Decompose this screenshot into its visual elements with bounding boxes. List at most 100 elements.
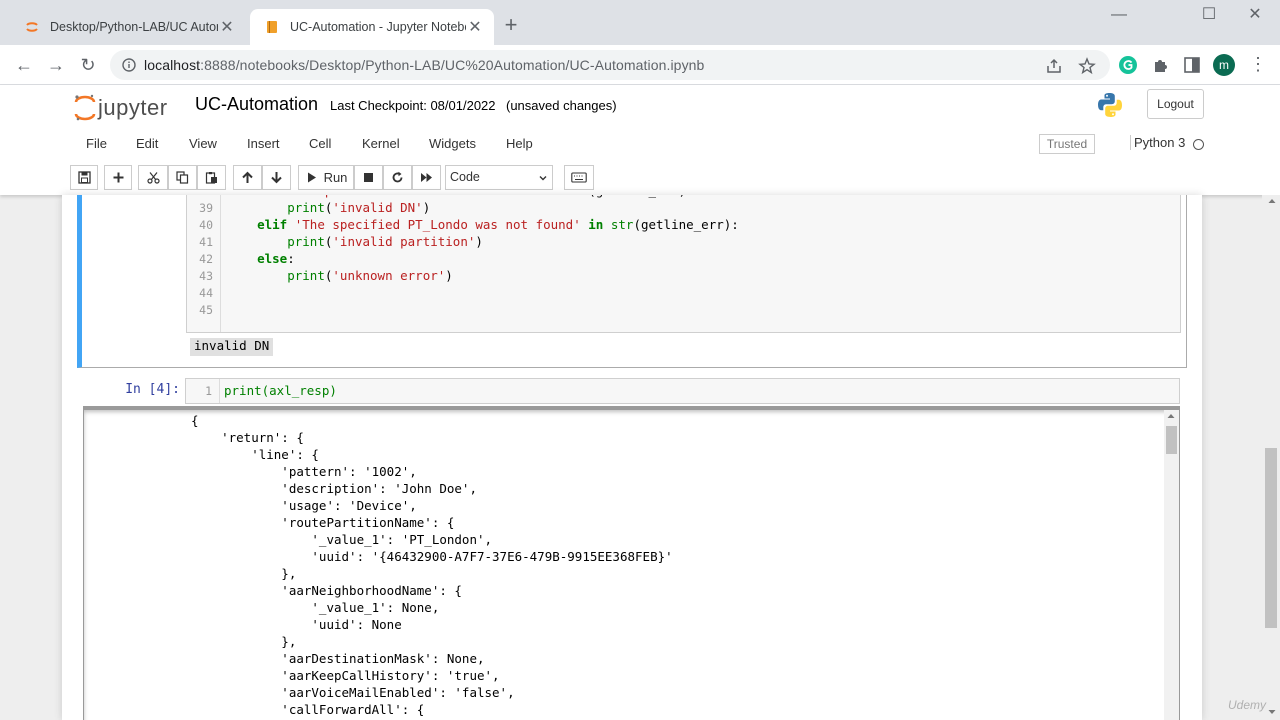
restart-icon <box>392 171 403 183</box>
notebook-favicon-icon <box>267 21 277 33</box>
output-line: 'usage': 'Device', <box>191 498 417 513</box>
jupyter-logo[interactable]: jupyter <box>74 93 168 123</box>
menu-help[interactable]: Help <box>506 136 533 151</box>
copy-cells-button[interactable] <box>168 165 197 190</box>
move-cell-up-button[interactable] <box>233 165 262 190</box>
last-checkpoint: Last Checkpoint: 08/01/2022 <box>330 98 496 113</box>
cell-type-select[interactable]: Code <box>445 165 553 190</box>
scroll-up-arrow-icon[interactable] <box>1268 197 1276 205</box>
browser-tab-file-browser[interactable]: Desktop/Python-LAB/UC Autom ✕ <box>10 9 246 45</box>
run-cell-button[interactable]: Run <box>298 165 354 190</box>
insert-cell-below-button[interactable] <box>104 165 132 190</box>
output-line: }, <box>191 566 297 581</box>
arrow-down-icon <box>271 172 282 184</box>
scroll-up-arrow-icon[interactable] <box>1167 412 1175 420</box>
line-number: 41 <box>199 235 213 249</box>
line-number: 42 <box>199 252 213 266</box>
code-cell-selected[interactable]: 38 39 40 41 42 43 44 45 if 'The specifie… <box>77 195 1187 368</box>
scroll-down-arrow-icon[interactable] <box>1268 708 1276 716</box>
share-icon[interactable] <box>1045 57 1063 75</box>
line-number-gutter: 1 <box>186 379 220 403</box>
udemy-watermark: Udemy <box>1228 698 1267 712</box>
forward-arrow-icon[interactable]: → <box>44 53 68 77</box>
bookmark-star-icon[interactable] <box>1078 57 1096 75</box>
browser-menu-icon[interactable]: ⋮ <box>1249 53 1267 77</box>
run-label: Run <box>323 170 348 185</box>
copy-icon <box>176 171 189 184</box>
line-number: 44 <box>199 286 213 300</box>
code-line: if 'The specified Line was not found' in… <box>227 195 694 198</box>
notebook-name[interactable]: UC-Automation <box>195 94 318 115</box>
new-tab-button[interactable]: + <box>500 14 522 38</box>
side-panel-icon[interactable] <box>1181 54 1203 76</box>
browser-tab-notebook[interactable]: UC-Automation - Jupyter Notebo ✕ <box>250 9 494 45</box>
jupyter-header: jupyter UC-Automation Last Checkpoint: 0… <box>0 85 1280 195</box>
output-line: 'description': 'John Doe', <box>191 481 477 496</box>
output-line: 'pattern': '1002', <box>191 464 417 479</box>
cell-type-value: Code <box>450 170 480 184</box>
code-line: else: <box>257 251 295 266</box>
stop-icon <box>364 173 373 182</box>
line-number: 38 <box>187 195 213 198</box>
cut-cells-button[interactable] <box>138 165 168 190</box>
logout-button[interactable]: Logout <box>1147 89 1204 119</box>
code-cell-editor[interactable]: 1 print(axl_resp) <box>185 378 1180 404</box>
menu-cell[interactable]: Cell <box>309 136 331 151</box>
site-info-icon[interactable] <box>122 58 136 72</box>
reload-icon[interactable]: ↻ <box>76 53 100 77</box>
output-line: 'callForwardAll': { <box>191 702 425 717</box>
address-bar[interactable]: localhost:8888/notebooks/Desktop/Python-… <box>110 50 1110 80</box>
url-host: localhost <box>144 57 201 73</box>
input-prompt: In [4]: <box>125 382 180 397</box>
extensions-puzzle-icon[interactable] <box>1150 54 1172 76</box>
restart-kernel-button[interactable] <box>383 165 412 190</box>
line-number: 43 <box>199 269 213 283</box>
menu-widgets[interactable]: Widgets <box>429 136 476 151</box>
output-scrollbar-thumb[interactable] <box>1166 426 1177 454</box>
output-line: 'routePartitionName': { <box>191 515 455 530</box>
tab-close-icon[interactable]: ✕ <box>218 17 236 37</box>
back-arrow-icon[interactable]: ← <box>12 53 36 77</box>
output-scroll-area[interactable]: { 'return': { 'line': { 'pattern': '1002… <box>83 406 1180 720</box>
menu-kernel[interactable]: Kernel <box>362 136 400 151</box>
line-number: 39 <box>199 201 213 215</box>
tab-title: Desktop/Python-LAB/UC Autom <box>50 20 218 34</box>
page-scrollbar-thumb[interactable] <box>1265 448 1277 628</box>
output-line: 'aarVoiceMailEnabled': 'false', <box>191 685 515 700</box>
save-button[interactable] <box>70 165 98 190</box>
kernel-name[interactable]: Python 3 <box>1130 135 1185 150</box>
move-cell-down-button[interactable] <box>262 165 291 190</box>
fast-forward-icon <box>421 173 432 182</box>
window-close-icon[interactable]: ✕ <box>1232 4 1278 28</box>
plus-icon <box>113 172 123 183</box>
profile-avatar[interactable]: m <box>1213 54 1235 76</box>
output-line: 'uuid': None <box>191 617 402 632</box>
notebook-container: 38 39 40 41 42 43 44 45 if 'The specifie… <box>62 195 1202 720</box>
menu-insert[interactable]: Insert <box>247 136 280 151</box>
browser-toolbar: ← → ↻ localhost:8888/notebooks/Desktop/P… <box>0 45 1280 85</box>
code-line: print(axl_resp) <box>224 383 337 398</box>
output-line: 'aarNeighborhoodName': { <box>191 583 462 598</box>
line-number: 45 <box>199 303 213 317</box>
output-scrollbar[interactable] <box>1164 410 1179 720</box>
code-editor[interactable]: 38 39 40 41 42 43 44 45 if 'The specifie… <box>186 195 1181 333</box>
trusted-indicator[interactable]: Trusted <box>1039 134 1095 154</box>
grammarly-extension-icon[interactable] <box>1117 54 1139 76</box>
maximize-icon[interactable]: ☐ <box>1186 4 1232 28</box>
python-logo-icon <box>1098 93 1122 117</box>
menu-file[interactable]: File <box>86 136 107 151</box>
url-text: localhost:8888/notebooks/Desktop/Python-… <box>144 57 704 73</box>
command-palette-button[interactable] <box>564 165 594 190</box>
paste-cells-button[interactable] <box>197 165 226 190</box>
menu-edit[interactable]: Edit <box>136 136 158 151</box>
interrupt-kernel-button[interactable] <box>354 165 383 190</box>
page-scrollbar[interactable] <box>1262 195 1280 720</box>
menubar: File Edit View Insert Cell Kernel Widget… <box>70 129 1210 159</box>
code-line: print('invalid partition') <box>287 234 483 249</box>
line-number-gutter: 38 39 40 41 42 43 44 45 <box>187 195 221 332</box>
tab-close-icon[interactable]: ✕ <box>466 17 484 37</box>
minimize-icon[interactable]: — <box>1096 4 1142 28</box>
menu-view[interactable]: View <box>189 136 217 151</box>
output-line: 'aarDestinationMask': None, <box>191 651 485 666</box>
restart-run-all-button[interactable] <box>412 165 441 190</box>
